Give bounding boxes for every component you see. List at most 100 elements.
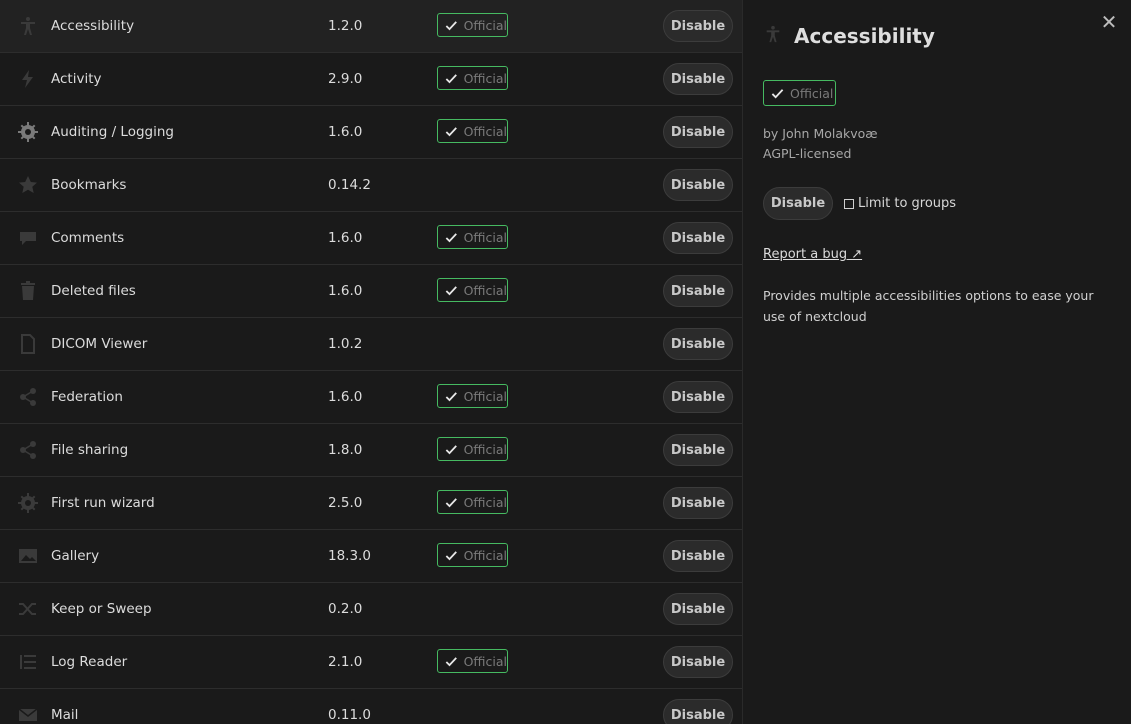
app-version: 2.5.0	[328, 495, 363, 511]
app-row[interactable]: Deleted files 1.6.0 Official Disable	[0, 265, 742, 318]
official-badge-label: Official	[463, 17, 507, 33]
disable-button[interactable]: Disable	[663, 63, 733, 95]
official-badge-label: Official	[463, 388, 507, 404]
app-row[interactable]: Comments 1.6.0 Official Disable	[0, 212, 742, 265]
app-name[interactable]: Accessibility	[51, 18, 134, 34]
check-icon	[445, 444, 457, 454]
check-icon	[771, 88, 784, 99]
check-icon	[445, 550, 457, 560]
accessibility-icon	[764, 24, 782, 44]
official-badge-label: Official	[463, 70, 507, 86]
disable-button[interactable]: Disable	[663, 10, 733, 42]
official-badge-label: Official	[463, 441, 507, 457]
official-badge: Official	[437, 384, 508, 408]
app-row[interactable]: Log Reader 2.1.0 Official Disable	[0, 636, 742, 689]
app-name[interactable]: File sharing	[51, 442, 128, 458]
checkbox-box[interactable]	[844, 198, 854, 209]
app-name[interactable]: Federation	[51, 389, 123, 405]
official-badge: Official	[437, 649, 508, 673]
app-name[interactable]: Activity	[51, 71, 102, 87]
report-bug-link[interactable]: Report a bug ↗	[763, 247, 862, 262]
check-icon	[445, 232, 457, 242]
official-badge: Official	[437, 437, 508, 461]
official-badge-label: Official	[463, 494, 507, 510]
app-name[interactable]: Log Reader	[51, 654, 127, 670]
check-icon	[445, 285, 457, 295]
app-row[interactable]: DICOM Viewer 1.0.2 Disable	[0, 318, 742, 371]
app-list: Accessibility 1.2.0 Official Disable Activit…	[0, 0, 743, 724]
share-icon	[18, 440, 38, 460]
official-badge-label: Official	[463, 229, 507, 245]
star-icon	[18, 175, 38, 195]
app-description: Provides multiple accessibilities option…	[763, 288, 1094, 324]
share-icon	[18, 387, 38, 407]
app-version: 1.0.2	[328, 336, 363, 352]
list-icon	[18, 652, 38, 672]
disable-button[interactable]: Disable	[663, 116, 733, 148]
disable-button[interactable]: Disable	[663, 381, 733, 413]
disable-button[interactable]: Disable	[663, 593, 733, 625]
app-row[interactable]: First run wizard 2.5.0 Official Disable	[0, 477, 742, 530]
disable-button[interactable]: Disable	[663, 540, 733, 572]
app-version: 0.14.2	[328, 177, 371, 193]
app-name[interactable]: Bookmarks	[51, 177, 126, 193]
disable-button[interactable]: Disable	[663, 328, 733, 360]
app-license: AGPL-licensed	[763, 146, 852, 161]
official-badge-label: Official	[463, 123, 507, 139]
app-name[interactable]: Gallery	[51, 548, 99, 564]
disable-button[interactable]: Disable	[663, 646, 733, 678]
official-badge: Official	[437, 490, 508, 514]
limit-to-groups-checkbox[interactable]: Limit to groups	[844, 196, 956, 211]
official-badge: Official	[763, 80, 836, 106]
disable-button[interactable]: Disable	[663, 275, 733, 307]
app-author: by John Molakvoæ	[763, 126, 878, 141]
disable-button[interactable]: Disable	[663, 169, 733, 201]
app-row[interactable]: Activity 2.9.0 Official Disable	[0, 53, 742, 106]
app-row[interactable]: Bookmarks 0.14.2 Disable	[0, 159, 742, 212]
disable-button[interactable]: Disable	[663, 434, 733, 466]
app-name[interactable]: Deleted files	[51, 283, 136, 299]
app-name[interactable]: Comments	[51, 230, 124, 246]
app-name[interactable]: Keep or Sweep	[51, 601, 152, 617]
accessibility-icon	[18, 16, 38, 36]
close-icon[interactable]: ✕	[1099, 12, 1119, 32]
official-badge-label: Official	[790, 85, 834, 101]
app-row[interactable]: Auditing / Logging 1.6.0 Official Disable	[0, 106, 742, 159]
app-row[interactable]: Keep or Sweep 0.2.0 Disable	[0, 583, 742, 636]
app-version: 1.6.0	[328, 389, 363, 405]
trash-icon	[18, 281, 38, 301]
app-row[interactable]: File sharing 1.8.0 Official Disable	[0, 424, 742, 477]
official-badge: Official	[437, 13, 508, 37]
app-name[interactable]: DICOM Viewer	[51, 336, 147, 352]
app-row[interactable]: Federation 1.6.0 Official Disable	[0, 371, 742, 424]
file-icon	[18, 334, 38, 354]
check-icon	[445, 497, 457, 507]
gear-icon	[18, 122, 38, 142]
disable-button[interactable]: Disable	[663, 487, 733, 519]
disable-button[interactable]: Disable	[663, 222, 733, 254]
official-badge-label: Official	[463, 282, 507, 298]
check-icon	[445, 73, 457, 83]
official-badge-label: Official	[463, 653, 507, 669]
mail-icon	[18, 705, 38, 724]
app-version: 1.2.0	[328, 18, 363, 34]
official-badge: Official	[437, 543, 508, 567]
official-badge: Official	[437, 225, 508, 249]
app-detail-panel: Accessibility ✕ Official by John Molakvo…	[743, 0, 1131, 724]
app-row[interactable]: Gallery 18.3.0 Official Disable	[0, 530, 742, 583]
official-badge: Official	[437, 278, 508, 302]
app-row[interactable]: Accessibility 1.2.0 Official Disable	[0, 0, 742, 53]
app-version: 2.1.0	[328, 654, 363, 670]
app-name[interactable]: Mail	[51, 707, 78, 723]
app-version: 1.8.0	[328, 442, 363, 458]
app-name[interactable]: First run wizard	[51, 495, 155, 511]
app-row[interactable]: Mail 0.11.0 Disable	[0, 689, 742, 724]
comment-icon	[18, 228, 38, 248]
app-name[interactable]: Auditing / Logging	[51, 124, 174, 140]
app-version: 1.6.0	[328, 230, 363, 246]
app-version: 18.3.0	[328, 548, 371, 564]
disable-button[interactable]: Disable	[663, 699, 733, 724]
app-version: 2.9.0	[328, 71, 363, 87]
disable-button[interactable]: Disable	[763, 187, 833, 220]
official-badge: Official	[437, 119, 508, 143]
